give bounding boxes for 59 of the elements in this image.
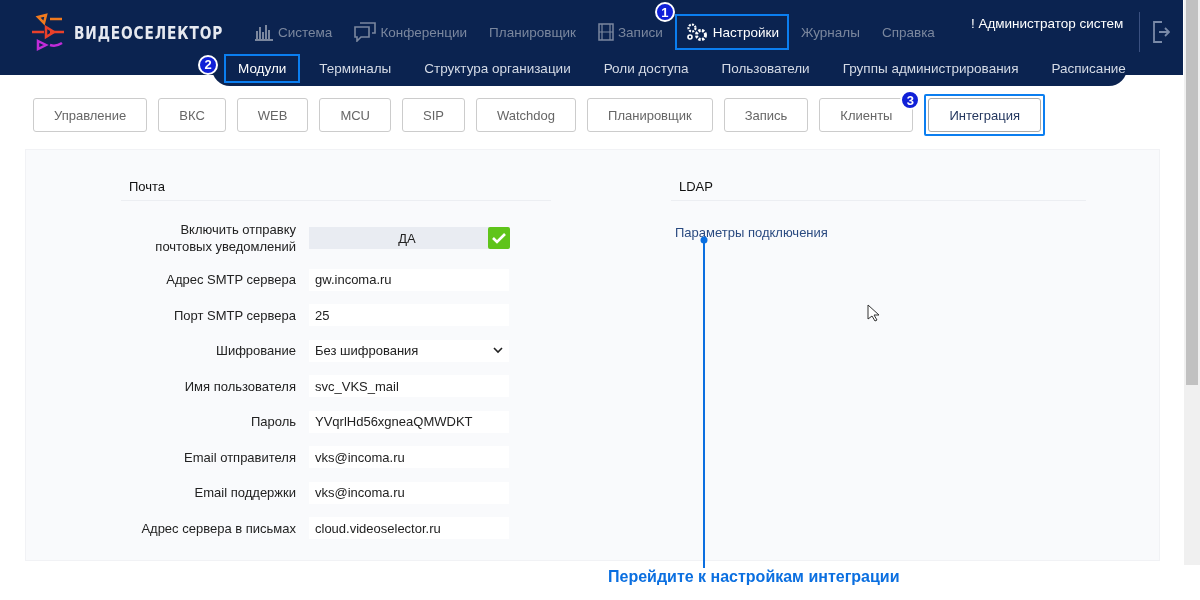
gears-icon — [684, 22, 709, 42]
mouse-pointer-icon — [867, 304, 879, 322]
submenu-item[interactable]: Роли доступа — [589, 53, 703, 83]
module-tab[interactable]: Watchdog — [476, 98, 577, 132]
nav-item[interactable]: Планировщик — [479, 16, 586, 48]
input-field[interactable]: YVqrlHd56xgneaQMWDKT — [309, 410, 509, 433]
section-title: Почта — [121, 150, 551, 201]
submenu-item[interactable]: Пользователи — [707, 53, 824, 83]
input-field[interactable]: vks@incoma.ru — [309, 446, 509, 468]
nav-item[interactable]: Журналы — [790, 16, 870, 48]
chat-icon — [354, 22, 377, 42]
module-tab[interactable]: Запись — [723, 98, 809, 132]
module-tab[interactable]: MCU — [319, 98, 391, 132]
submenu-item[interactable]: Модули — [224, 53, 301, 83]
nav-item[interactable]: Система — [244, 15, 343, 49]
annotation-text: Перейдите к настройкам интеграции — [608, 568, 900, 586]
field-label: Пароль — [249, 413, 297, 430]
logo-text: ВИДЕОСЕЛЕКТОР — [74, 21, 224, 43]
field-label: Шифрование — [215, 342, 297, 359]
step-badge: 2 — [198, 54, 218, 75]
step-badge: 3 — [900, 90, 921, 110]
module-tab[interactable]: Интеграция — [928, 98, 1041, 132]
bar-chart-icon — [254, 23, 274, 41]
field-label: Email отправителя — [183, 448, 297, 466]
field-label: Включить отправку почтовых уведомлений — [154, 221, 297, 255]
logo-icon — [30, 13, 66, 51]
section-title: LDAP — [671, 150, 1086, 201]
nav-item[interactable]: Конференции — [344, 14, 478, 50]
field-label: Email поддержки — [193, 484, 297, 501]
input-field[interactable]: cloud.videoselector.ru — [309, 517, 509, 539]
toggle-field[interactable]: ДА — [309, 227, 509, 249]
connection-settings-link[interactable]: Параметры подключения — [671, 225, 828, 240]
field-label: Имя пользователя — [183, 377, 297, 395]
nav-item[interactable]: Справка — [871, 16, 945, 48]
field-label: Адрес SMTP сервера — [165, 271, 297, 288]
submenu-item[interactable]: Структура организации — [410, 53, 585, 83]
input-field[interactable]: svc_VKS_mail — [309, 375, 509, 397]
module-tab[interactable]: SIP — [402, 98, 465, 132]
user-name: ! Администратор систем — [970, 16, 1124, 31]
submenu-item[interactable]: Терминалы — [305, 53, 406, 83]
scrollbar[interactable] — [1184, 0, 1200, 565]
chevron-down-icon — [493, 347, 503, 354]
step-badge: 1 — [654, 2, 675, 22]
submenu-item[interactable]: Расписание — [1037, 53, 1140, 83]
module-tab[interactable]: WEB — [236, 98, 309, 132]
field-label: Адрес сервера в письмах — [140, 519, 297, 537]
input-field[interactable]: vks@incoma.ru — [309, 481, 509, 504]
nav-item[interactable]: Настройки — [674, 14, 789, 50]
film-icon — [597, 23, 614, 41]
select-field[interactable]: Без шифрования — [309, 339, 509, 362]
module-tab[interactable]: ВКС — [158, 98, 226, 132]
module-tab[interactable]: Планировщик — [587, 98, 713, 132]
input-field[interactable]: 25 — [309, 304, 509, 326]
checkmark-icon — [488, 227, 510, 249]
logout-icon[interactable] — [1152, 21, 1171, 43]
module-tab[interactable]: Управление — [33, 98, 148, 132]
submenu-item[interactable]: Группы администрирования — [828, 53, 1033, 83]
field-label: Порт SMTP сервера — [173, 306, 297, 324]
input-field[interactable]: gw.incoma.ru — [309, 268, 509, 291]
